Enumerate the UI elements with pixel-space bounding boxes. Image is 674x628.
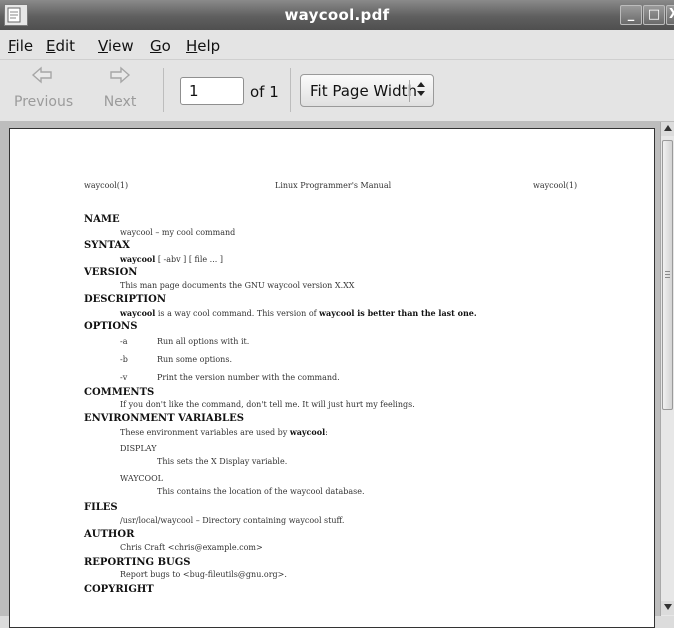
header-left: waycool(1): [84, 181, 129, 190]
header-right: waycool(1): [533, 181, 578, 190]
option-flag: -b: [120, 355, 128, 364]
menu-edit-label: dit: [55, 37, 76, 55]
menu-help-label: elp: [197, 37, 221, 55]
scrollbar-thumb[interactable]: [662, 140, 673, 410]
syntax-text: waycool [ -abv ] [ file ... ]: [120, 254, 223, 264]
section-heading-comments: COMMENTS: [84, 387, 155, 398]
menu-file-label: ile: [15, 37, 34, 55]
arrow-left-icon: [14, 66, 70, 90]
grip-line: [665, 271, 670, 272]
env-var-name: DISPLAY: [120, 444, 157, 453]
previous-label: Previous: [14, 94, 74, 110]
grip-line: [665, 274, 670, 275]
section-heading-bugs: REPORTING BUGS: [84, 557, 191, 568]
description-text: waycool is a way cool command. This vers…: [120, 308, 477, 318]
zoom-divider: [409, 80, 410, 102]
menu-help-mnemonic: H: [186, 37, 198, 55]
spin-arrows-icon: [416, 80, 426, 99]
zoom-select[interactable]: Fit Page Width: [300, 74, 434, 107]
menu-bar: File Edit View Go Help: [0, 30, 674, 60]
description-bold: waycool is better than the last one.: [319, 308, 477, 318]
menu-view-label: iew: [107, 37, 134, 55]
section-heading-name: NAME: [84, 214, 120, 225]
scroll-down-icon: [663, 604, 672, 610]
maximize-icon: □: [647, 7, 661, 22]
menu-file-mnemonic: F: [8, 37, 16, 55]
next-label: Next: [103, 94, 137, 110]
environment-intro-end: :: [325, 428, 328, 437]
author-text: Chris Craft <chris@example.com>: [120, 543, 263, 552]
zoom-value: Fit Page Width: [310, 82, 418, 100]
syntax-command: waycool: [120, 254, 156, 264]
syntax-args: [ -abv ] [ file ... ]: [157, 255, 223, 264]
previous-button[interactable]: Previous: [14, 66, 74, 110]
title-bar: waycool.pdf _ □ X: [0, 0, 674, 30]
close-button[interactable]: X: [666, 5, 674, 25]
section-heading-options: OPTIONS: [84, 321, 138, 332]
environment-intro-command: waycool: [289, 427, 326, 437]
toolbar-separator: [163, 68, 164, 112]
document-view[interactable]: waycool(1) Linux Programmer's Manual way…: [0, 122, 660, 628]
vertical-scrollbar[interactable]: [660, 122, 674, 616]
scroll-up-icon: [663, 125, 672, 131]
scroll-up-button[interactable]: [661, 122, 674, 136]
env-var-desc: This sets the X Display variable.: [157, 457, 288, 466]
section-heading-version: VERSION: [84, 267, 138, 278]
menu-go[interactable]: Go: [150, 37, 171, 55]
toolbar-separator: [290, 68, 291, 112]
arrow-right-icon: [95, 66, 145, 90]
description-body: is a way cool command. This version of: [157, 309, 317, 318]
name-text: waycool – my cool command: [120, 228, 236, 237]
section-heading-environment: ENVIRONMENT VARIABLES: [84, 413, 244, 424]
section-heading-syntax: SYNTAX: [84, 240, 130, 251]
comments-text: If you don't like the command, don't tel…: [120, 400, 415, 409]
scroll-down-button[interactable]: [661, 601, 674, 615]
window-title: waycool.pdf: [284, 6, 390, 24]
files-text: /usr/local/waycool – Directory containin…: [120, 516, 345, 525]
environment-intro: These environment variables are used by …: [120, 427, 328, 437]
header-center: Linux Programmer's Manual: [275, 181, 392, 190]
section-heading-description: DESCRIPTION: [84, 294, 166, 305]
description-command: waycool: [120, 308, 156, 318]
option-desc: Run all options with it.: [157, 337, 250, 346]
option-desc: Run some options.: [157, 355, 232, 364]
option-flag: -v: [120, 373, 128, 382]
menu-view[interactable]: View: [98, 37, 134, 55]
menu-view-mnemonic: V: [98, 37, 108, 55]
menu-help[interactable]: Help: [186, 37, 220, 55]
page-count-label: of 1: [250, 83, 279, 101]
section-heading-files: FILES: [84, 502, 118, 513]
menu-go-mnemonic: G: [150, 37, 162, 55]
pdf-page: waycool(1) Linux Programmer's Manual way…: [9, 128, 655, 628]
page-number-input[interactable]: [180, 77, 244, 105]
maximize-button[interactable]: □: [643, 5, 665, 25]
menu-go-label: o: [161, 37, 171, 55]
grip-line: [665, 277, 670, 278]
menu-file[interactable]: File: [8, 37, 33, 55]
menu-edit[interactable]: Edit: [46, 37, 75, 55]
env-var-name: WAYCOOL: [120, 474, 163, 483]
minimize-button[interactable]: _: [620, 5, 642, 25]
version-text: This man page documents the GNU waycool …: [120, 281, 355, 290]
minimize-icon: _: [627, 7, 635, 22]
bugs-text: Report bugs to <bug-fileutils@gnu.org>.: [120, 570, 287, 579]
environment-intro-text: These environment variables are used by: [120, 428, 288, 437]
section-heading-author: AUTHOR: [84, 529, 135, 540]
env-var-desc: This contains the location of the waycoo…: [157, 487, 365, 496]
option-desc: Print the version number with the comman…: [157, 373, 340, 382]
option-flag: -a: [120, 337, 128, 346]
close-icon: X: [669, 7, 674, 22]
toolbar: Previous Next of 1 Fit Page Width: [0, 60, 674, 122]
section-heading-copyright: COPYRIGHT: [84, 584, 154, 595]
next-button[interactable]: Next: [95, 66, 145, 110]
